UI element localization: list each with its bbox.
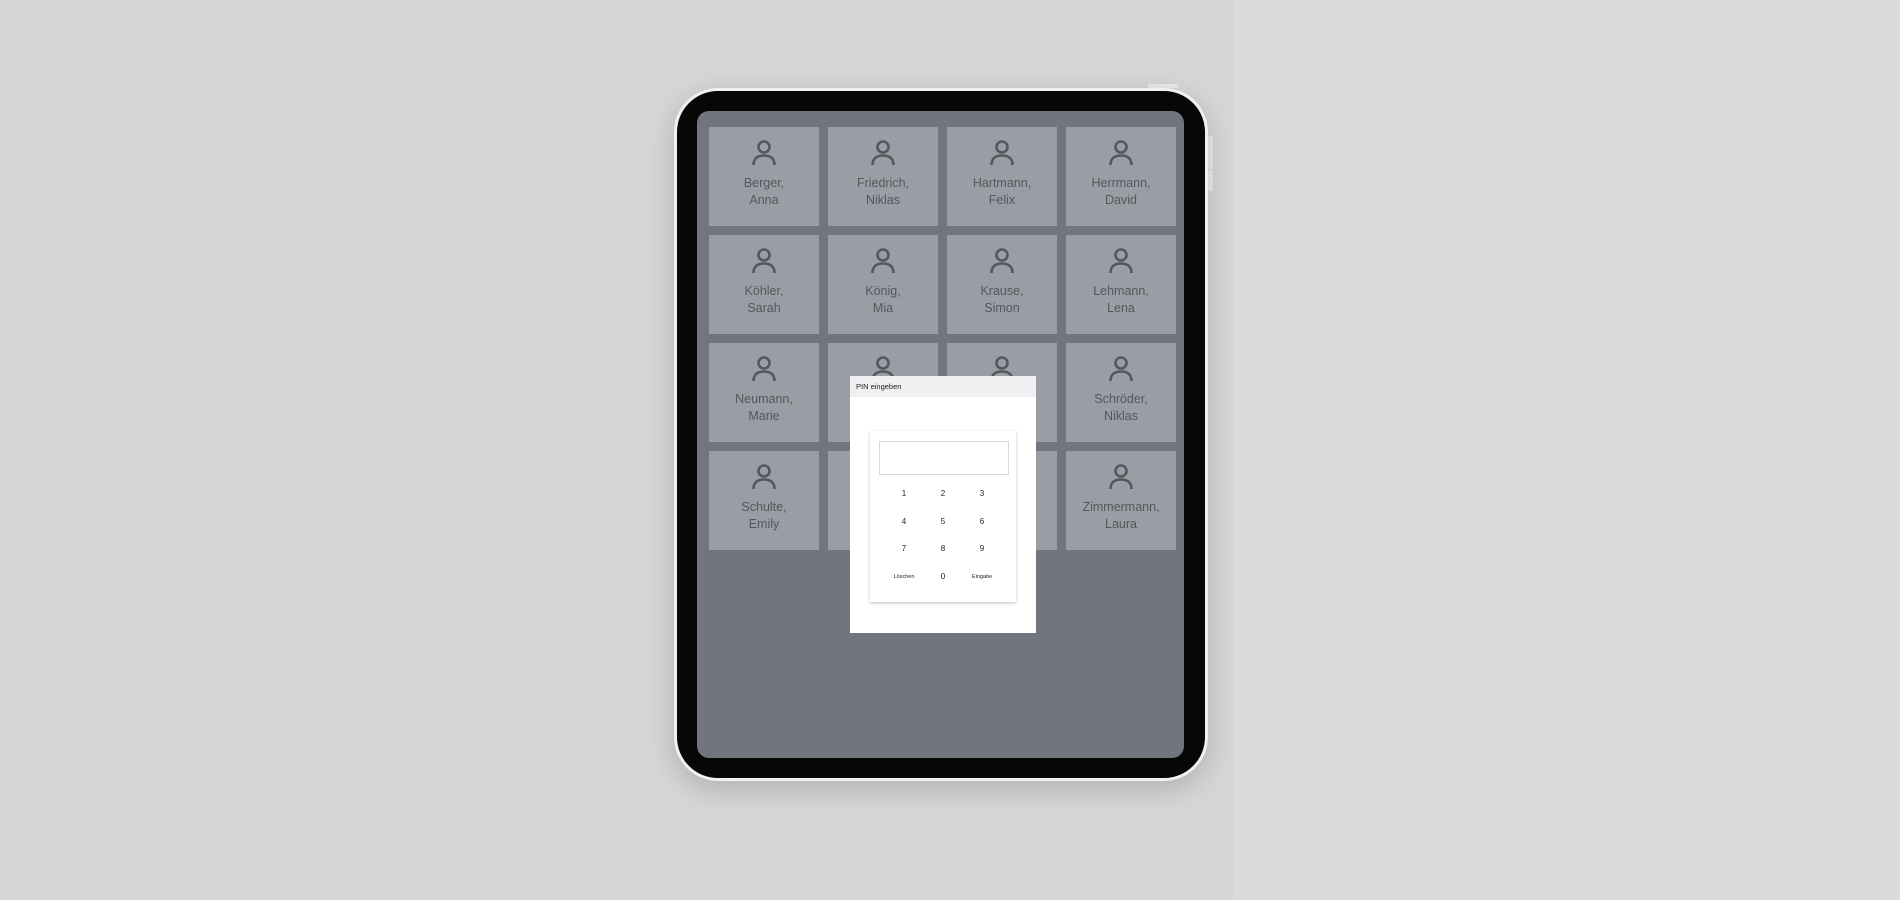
employee-name: Köhler, Sarah [745, 283, 784, 317]
employee-tile[interactable]: Schulte, Emily [709, 451, 819, 550]
employee-last-name: Zimmermann, [1082, 500, 1160, 514]
employee-name: Zimmermann, Laura [1082, 499, 1159, 533]
employee-tile[interactable]: Lehmann, Lena [1066, 235, 1176, 334]
user-icon [1105, 461, 1137, 493]
employee-tile[interactable]: König, Mia [828, 235, 938, 334]
employee-tile[interactable]: Hartmann, Felix [947, 127, 1057, 226]
user-icon [867, 137, 899, 169]
user-icon [748, 353, 780, 385]
employee-last-name: Schröder, [1094, 392, 1148, 406]
employee-name: Friedrich, Niklas [857, 175, 909, 209]
user-icon [986, 245, 1018, 277]
key-3-button[interactable]: 3 [962, 482, 1002, 504]
employee-tile[interactable]: Zimmermann, Laura [1066, 451, 1176, 550]
employee-last-name: Lehmann, [1093, 284, 1149, 298]
employee-first-name: Mia [872, 301, 894, 315]
employee-last-name: König, [865, 284, 901, 298]
employee-first-name: David [1105, 193, 1137, 207]
employee-tile[interactable]: Neumann, Marie [709, 343, 819, 442]
user-icon [748, 137, 780, 169]
key-9-button[interactable]: 9 [962, 537, 1002, 559]
employee-last-name: Berger, [743, 176, 785, 190]
employee-last-name: Schulte, [741, 500, 787, 514]
employee-name: Schulte, Emily [741, 499, 786, 533]
background-right-panel [1233, 0, 1900, 900]
employee-name: König, Mia [865, 283, 900, 317]
employee-name: Schröder, Niklas [1094, 391, 1148, 425]
pin-dialog: PIN eingeben 1 2 3 4 5 6 7 8 9 Löschen 0… [850, 376, 1036, 633]
employee-name: Neumann, Marie [735, 391, 793, 425]
pin-input[interactable] [879, 441, 1009, 475]
employee-first-name: Felix [988, 193, 1016, 207]
employee-tile[interactable]: Krause, Simon [947, 235, 1057, 334]
clear-button[interactable]: Löschen [884, 566, 924, 588]
employee-first-name: Niklas [1103, 409, 1139, 423]
employee-tile[interactable]: Friedrich, Niklas [828, 127, 938, 226]
employee-name: Herrmann, David [1091, 175, 1150, 209]
employee-first-name: Marie [748, 409, 780, 423]
employee-name: Lehmann, Lena [1093, 283, 1149, 317]
user-icon [1105, 137, 1137, 169]
employee-tile[interactable]: Berger, Anna [709, 127, 819, 226]
employee-last-name: Krause, [980, 284, 1024, 298]
employee-last-name: Friedrich, [856, 176, 910, 190]
user-icon [1105, 353, 1137, 385]
employee-last-name: Hartmann, [972, 176, 1032, 190]
key-8-button[interactable]: 8 [923, 537, 963, 559]
employee-last-name: Neumann, [735, 392, 793, 406]
key-7-button[interactable]: 7 [884, 537, 924, 559]
pin-dialog-title: PIN eingeben [850, 376, 1036, 397]
key-5-button[interactable]: 5 [923, 510, 963, 532]
user-icon [1105, 245, 1137, 277]
employee-first-name: Simon [984, 301, 1020, 315]
employee-first-name: Laura [1105, 517, 1137, 531]
employee-last-name: Köhler, [744, 284, 784, 298]
employee-name: Berger, Anna [744, 175, 784, 209]
employee-first-name: Niklas [865, 193, 901, 207]
employee-tile[interactable]: Schröder, Niklas [1066, 343, 1176, 442]
key-4-button[interactable]: 4 [884, 510, 924, 532]
user-icon [867, 245, 899, 277]
employee-tile[interactable]: Köhler, Sarah [709, 235, 819, 334]
employee-last-name: Herrmann, [1091, 176, 1151, 190]
key-0-button[interactable]: 0 [923, 565, 963, 587]
employee-tile[interactable]: Herrmann, David [1066, 127, 1176, 226]
user-icon [986, 137, 1018, 169]
employee-first-name: Lena [1107, 301, 1135, 315]
key-1-button[interactable]: 1 [884, 482, 924, 504]
tablet-volume-down-button [1208, 170, 1213, 191]
key-2-button[interactable]: 2 [923, 482, 963, 504]
tablet-volume-up-button [1208, 136, 1213, 169]
employee-name: Krause, Simon [980, 283, 1023, 317]
employee-name: Hartmann, Felix [973, 175, 1031, 209]
user-icon [748, 461, 780, 493]
employee-first-name: Anna [749, 193, 779, 207]
employee-first-name: Sarah [747, 301, 781, 315]
user-icon [748, 245, 780, 277]
employee-first-name: Emily [748, 517, 780, 531]
pin-keypad: 1 2 3 4 5 6 7 8 9 Löschen 0 Eingabe [870, 431, 1016, 602]
enter-button[interactable]: Eingabe [962, 566, 1002, 588]
key-6-button[interactable]: 6 [962, 510, 1002, 532]
